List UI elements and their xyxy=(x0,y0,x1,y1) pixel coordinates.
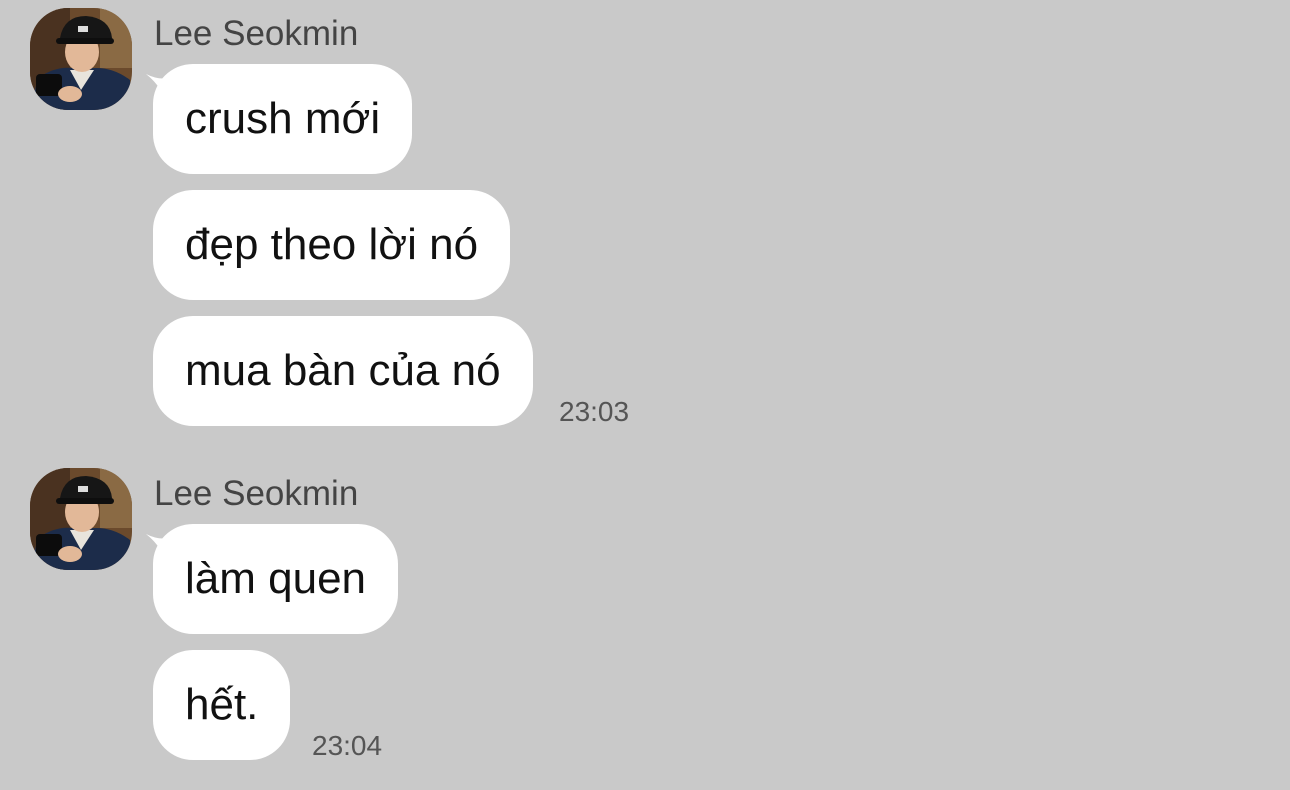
message-bubble[interactable]: crush mới xyxy=(153,64,413,174)
message-bubble[interactable]: mua bàn của nó xyxy=(153,316,533,426)
message-bubble[interactable]: hết. xyxy=(153,650,291,760)
message-group: Lee Seokmin crush mới đẹp theo lời nó mu… xyxy=(0,8,1290,438)
message-timestamp: 23:03 xyxy=(559,396,630,427)
sender-name: Lee Seokmin xyxy=(154,14,359,53)
message-bubble[interactable]: đẹp theo lời nó xyxy=(153,190,511,300)
avatar[interactable] xyxy=(30,468,132,570)
avatar[interactable] xyxy=(30,8,132,110)
message-group: Lee Seokmin làm quen hết. 23:04 xyxy=(0,468,1290,768)
profile-photo-icon xyxy=(30,468,132,570)
message-timestamp: 23:04 xyxy=(312,730,383,761)
message-bubble[interactable]: làm quen xyxy=(153,524,399,634)
sender-name: Lee Seokmin xyxy=(154,474,359,513)
profile-photo-icon xyxy=(30,8,132,110)
